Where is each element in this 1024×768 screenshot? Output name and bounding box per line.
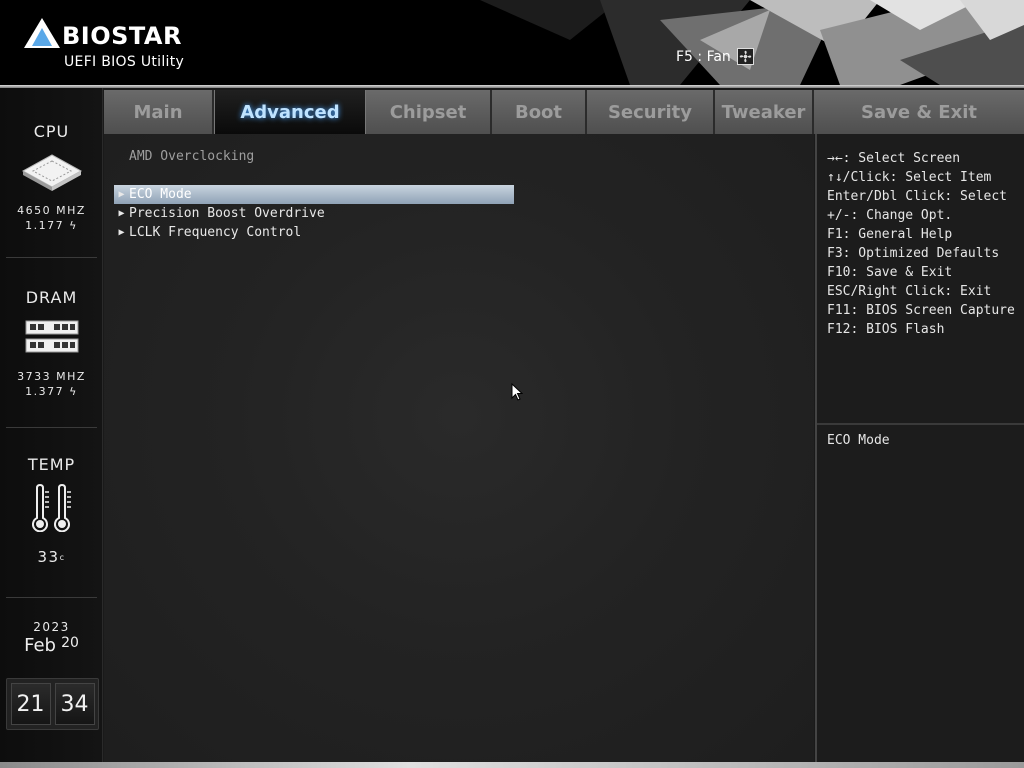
tab-advanced[interactable]: Advanced — [214, 90, 366, 134]
submenu-arrow-icon: ▶ — [118, 189, 125, 200]
tab-save-exit[interactable]: Save & Exit — [814, 90, 1024, 134]
dram-section: DRAM 3733 MHZ 1.377 ϟ — [0, 288, 103, 399]
help-line: F1: General Help — [827, 227, 953, 242]
status-sidebar: CPU 4650 MHZ 1.177 ϟ DRAM 3733 MHZ 1.377… — [0, 88, 103, 762]
date-month: Feb — [24, 635, 56, 656]
main-tab-bar: Main Advanced Chipset Boot Security Twea… — [104, 90, 1024, 134]
section-title: AMD Overclocking — [129, 149, 255, 164]
clock-hours: 21 — [10, 683, 51, 725]
help-line: ESC/Right Click: Exit — [827, 284, 992, 299]
cpu-voltage: 1.177 — [25, 219, 65, 232]
mouse-cursor-icon — [511, 383, 523, 401]
temp-value: 33 — [37, 548, 60, 566]
submenu-arrow-icon: ▶ — [118, 208, 125, 219]
menu-item-precision-boost-overdrive[interactable]: ▶ Precision Boost Overdrive — [114, 204, 514, 223]
tab-boot[interactable]: Boot — [492, 90, 587, 134]
help-line: F10: Save & Exit — [827, 265, 953, 280]
dram-frequency: 3733 MHZ — [17, 370, 86, 383]
tab-chipset[interactable]: Chipset — [366, 90, 492, 134]
key-help-list: →←: Select Screen ↑↓/Click: Select Item … — [827, 149, 1022, 339]
tab-main[interactable]: Main — [104, 90, 214, 134]
date-year: 2023 — [33, 620, 70, 634]
time-display: 21 34 — [6, 678, 99, 730]
dram-voltage: 1.377 — [25, 385, 65, 398]
help-line: +/-: Change Opt. — [827, 208, 953, 223]
biostar-logo-mark-icon — [24, 18, 60, 48]
help-line: F11: BIOS Screen Capture — [827, 303, 1015, 318]
cpu-chip-icon — [21, 154, 82, 191]
main-content-panel: AMD Overclocking ▶ ECO Mode ▶ Precision … — [104, 134, 814, 762]
help-line: ↑↓/Click: Select Item — [827, 170, 992, 185]
menu-list: ▶ ECO Mode ▶ Precision Boost Overdrive ▶… — [114, 185, 514, 242]
fan-icon — [736, 48, 754, 65]
header-bar: BIOSTAR UEFI BIOS Utility F5 : Fan — [0, 0, 1024, 85]
temp-title: TEMP — [27, 455, 76, 474]
temp-reading: 33c — [0, 550, 103, 565]
thermometer-icon — [31, 483, 71, 533]
cpu-voltage-row: 1.177 ϟ — [0, 218, 103, 233]
help-panel: →←: Select Screen ↑↓/Click: Select Item … — [815, 134, 1024, 762]
footer-divider — [0, 762, 1024, 768]
menu-item-label: ECO Mode — [129, 187, 192, 202]
cpu-section: CPU 4650 MHZ 1.177 ϟ — [0, 122, 103, 233]
fan-shortcut-hint[interactable]: F5 : Fan — [676, 48, 754, 65]
header-divider — [0, 85, 1024, 88]
sidebar-divider — [6, 257, 97, 258]
temp-unit: c — [59, 553, 66, 562]
menu-item-label: Precision Boost Overdrive — [129, 206, 325, 221]
help-line: F3: Optimized Defaults — [827, 246, 1000, 261]
header-decorative-shards — [480, 0, 1024, 85]
brand-name: BIOSTAR — [62, 22, 182, 50]
clock-minutes: 34 — [54, 683, 95, 725]
biostar-logo: BIOSTAR UEFI BIOS Utility — [22, 14, 222, 74]
cpu-frequency: 4650 MHZ — [17, 204, 86, 217]
fan-hint-label: F5 : Fan — [676, 48, 731, 65]
temp-section: TEMP 33c — [0, 455, 103, 565]
help-line: →←: Select Screen — [827, 151, 961, 166]
item-description: ECO Mode — [827, 433, 890, 448]
dram-title: DRAM — [25, 288, 78, 307]
voltage-bolt-icon: ϟ — [69, 385, 78, 398]
brand-subtitle: UEFI BIOS Utility — [64, 54, 185, 70]
tab-tweaker[interactable]: Tweaker — [715, 90, 814, 134]
menu-item-lclk-frequency-control[interactable]: ▶ LCLK Frequency Control — [114, 223, 514, 242]
menu-item-label: LCLK Frequency Control — [129, 225, 302, 240]
memory-module-icon — [25, 320, 78, 353]
help-line: Enter/Dbl Click: Select — [827, 189, 1008, 204]
cpu-title: CPU — [33, 122, 70, 141]
voltage-bolt-icon: ϟ — [69, 219, 78, 232]
sidebar-divider — [6, 427, 97, 428]
tab-security[interactable]: Security — [587, 90, 715, 134]
dram-voltage-row: 1.377 ϟ — [0, 384, 103, 399]
menu-item-eco-mode[interactable]: ▶ ECO Mode — [114, 185, 514, 204]
submenu-arrow-icon: ▶ — [118, 227, 125, 238]
date-day: 20 — [61, 635, 79, 651]
sidebar-divider — [6, 597, 97, 598]
help-divider — [817, 423, 1024, 425]
help-line: F12: BIOS Flash — [827, 322, 945, 337]
date-section: 2023 Feb 20 — [0, 620, 103, 656]
date-month-day: Feb 20 — [0, 635, 103, 656]
